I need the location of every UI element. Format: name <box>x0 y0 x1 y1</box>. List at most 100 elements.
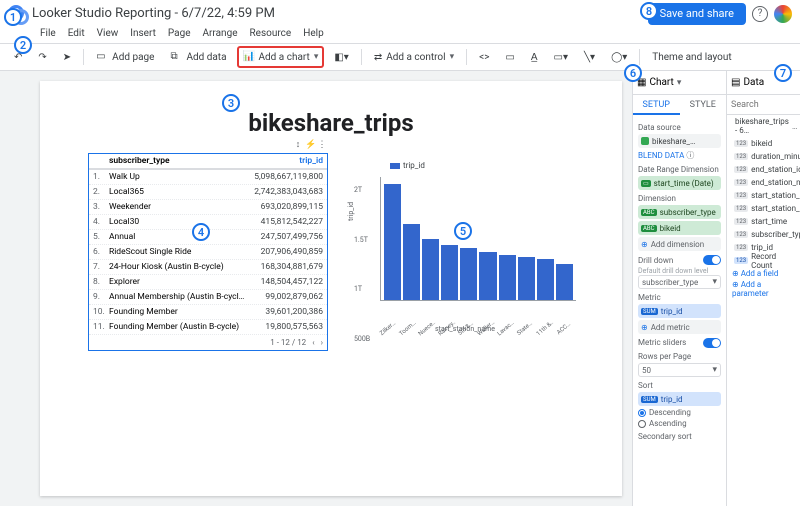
field-item[interactable]: 123start_time <box>732 215 795 228</box>
add-data-button[interactable]: ⧉Add data <box>164 47 232 67</box>
callout-3: 3 <box>222 94 240 112</box>
bar[interactable] <box>479 252 496 300</box>
line-button[interactable]: ╲▾ <box>578 47 601 67</box>
table-row[interactable]: 2.Local3652,742,383,043,683 <box>89 185 327 200</box>
add-parameter-link[interactable]: ⊕ Add a parameter <box>732 280 795 298</box>
theme-layout-button[interactable]: Theme and layout <box>646 47 737 67</box>
chart-toolbar: ↕ ⚡ ⋮ <box>293 140 327 150</box>
menu-insert[interactable]: Insert <box>130 28 156 39</box>
workspace: bikeshare_trips ↕ ⚡ ⋮ subscriber_type tr… <box>0 71 800 506</box>
data-icon: ▤ <box>731 77 740 88</box>
table-row[interactable]: 9.Annual Membership (Austin B-cycl…99,00… <box>89 290 327 305</box>
field-item[interactable]: 123end_station_id <box>732 163 795 176</box>
date-range-dim-chip[interactable]: ▭start_time (Date) <box>638 176 721 190</box>
field-item[interactable]: 123Record Count <box>732 254 795 267</box>
metric-sliders-toggle[interactable] <box>703 338 721 348</box>
bar[interactable] <box>460 248 477 300</box>
bar-chart[interactable]: trip_id trip_id Zilker…Toom…Nuece…Rainey… <box>350 161 580 331</box>
bar[interactable] <box>441 245 458 300</box>
sort-icon[interactable]: ↕ <box>293 140 303 150</box>
tab-style[interactable]: STYLE <box>680 95 727 115</box>
embed-button[interactable]: <> <box>473 47 495 67</box>
add-field-link[interactable]: ⊕ Add a field <box>732 269 795 278</box>
add-metric-button[interactable]: ⊕Add metric <box>638 320 721 334</box>
image-button[interactable]: ▭ <box>499 47 520 67</box>
field-item[interactable]: 123bikeid <box>732 137 795 150</box>
dimension-chip-1[interactable]: ABCsubscriber_type <box>638 205 721 219</box>
sort-ascending-radio[interactable]: Ascending <box>638 419 721 428</box>
table-row[interactable]: 8.Explorer148,504,457,122 <box>89 275 327 290</box>
next-page-icon[interactable]: › <box>321 338 323 347</box>
table-row[interactable]: 6.RideScout Single Ride207,906,490,859 <box>89 245 327 260</box>
field-item[interactable]: 123end_station_name <box>732 176 795 189</box>
callout-8: 8 <box>640 2 658 20</box>
field-search-input[interactable] <box>727 95 800 115</box>
x-axis-label: start_station_name <box>350 325 580 333</box>
menu-page[interactable]: Page <box>168 28 191 39</box>
chart-legend: trip_id <box>390 161 580 170</box>
col-trip-id[interactable]: trip_id <box>245 156 327 166</box>
blend-data-link[interactable]: BLEND DATA ⓘ <box>638 150 721 161</box>
add-chart-button[interactable]: 📊Add a chart▾ <box>237 46 325 68</box>
col-subscriber-type[interactable]: subscriber_type <box>107 156 245 166</box>
menu-resource[interactable]: Resource <box>250 28 292 39</box>
pointer-button[interactable]: ➤ <box>57 47 77 67</box>
save-and-share-button[interactable]: Save and share <box>648 3 746 25</box>
bar[interactable] <box>499 255 516 301</box>
bar[interactable] <box>518 257 535 300</box>
bar[interactable] <box>403 224 420 300</box>
menu-view[interactable]: View <box>97 28 119 39</box>
menu-arrange[interactable]: Arrange <box>203 28 238 39</box>
bar[interactable] <box>537 259 554 300</box>
bar[interactable] <box>422 239 439 301</box>
menu-help[interactable]: Help <box>303 28 323 39</box>
account-avatar[interactable] <box>774 5 792 23</box>
more-icon[interactable]: ⋮ <box>317 140 327 150</box>
chart-type-selector[interactable]: ▦ Chart ▾ <box>633 71 726 95</box>
field-item[interactable]: 123subscriber_type <box>732 228 795 241</box>
right-panels: ▦ Chart ▾ SETUP STYLE Data source bikesh… <box>632 71 800 506</box>
dimension-chip-2[interactable]: ABCbikeid <box>638 221 721 235</box>
help-icon[interactable]: ? <box>752 6 768 22</box>
callout-7: 7 <box>774 64 792 82</box>
sort-chip[interactable]: SUMtrip_id <box>638 392 721 406</box>
add-page-button[interactable]: ▭Add page <box>90 47 160 67</box>
shape-button[interactable]: ▭▾ <box>548 47 574 67</box>
table-chart[interactable]: ↕ ⚡ ⋮ subscriber_type trip_id 1.Walk Up5… <box>88 153 328 351</box>
data-source-item[interactable]: bikeshare_trips - 6…… <box>732 119 795 133</box>
filter-icon[interactable]: ⚡ <box>305 140 315 150</box>
text-button[interactable]: A̲ <box>525 47 544 67</box>
metric-chip-1[interactable]: SUMtrip_id <box>638 304 721 318</box>
drill-down-toggle[interactable] <box>703 255 721 265</box>
bar[interactable] <box>384 184 401 300</box>
sort-descending-radio[interactable]: Descending <box>638 408 721 417</box>
callout-5: 5 <box>454 222 472 240</box>
callout-1: 1 <box>4 8 22 26</box>
doc-title: Looker Studio Reporting - 6/7/22, 4:59 P… <box>32 6 275 21</box>
field-item[interactable]: 123start_station_id <box>732 189 795 202</box>
community-viz-button[interactable]: ◧▾ <box>328 47 354 67</box>
callout-2: 2 <box>14 36 32 54</box>
table-row[interactable]: 3.Weekender693,020,899,115 <box>89 200 327 215</box>
rows-per-page-select[interactable]: 50▾ <box>638 363 721 377</box>
table-header-row: subscriber_type trip_id <box>89 154 327 170</box>
chart-axes <box>380 177 576 301</box>
menu-edit[interactable]: Edit <box>68 28 85 39</box>
bar[interactable] <box>556 264 573 300</box>
drill-level-select[interactable]: subscriber_type▾ <box>638 275 721 289</box>
tab-setup[interactable]: SETUP <box>633 95 680 115</box>
table-row[interactable]: 10.Founding Member39,601,200,386 <box>89 305 327 320</box>
prev-page-icon[interactable]: ‹ <box>312 338 314 347</box>
field-item[interactable]: 123duration_minutes <box>732 150 795 163</box>
table-row[interactable]: 1.Walk Up5,098,667,119,800 <box>89 170 327 185</box>
add-dimension-button[interactable]: ⊕Add dimension <box>638 237 721 251</box>
report-canvas[interactable]: bikeshare_trips ↕ ⚡ ⋮ subscriber_type tr… <box>40 81 622 496</box>
field-item[interactable]: 123start_station_name <box>732 202 795 215</box>
data-source-chip[interactable]: bikeshare_… <box>638 134 721 148</box>
table-row[interactable]: 11.Founding Member (Austin B-cycle)19,80… <box>89 320 327 335</box>
canvas-area: bikeshare_trips ↕ ⚡ ⋮ subscriber_type tr… <box>0 71 632 506</box>
add-control-button[interactable]: ⇄ Add a control▾ <box>368 47 460 67</box>
menu-file[interactable]: File <box>40 28 56 39</box>
table-row[interactable]: 7.24-Hour Kiosk (Austin B-cycle)168,304,… <box>89 260 327 275</box>
redo-button[interactable]: ↷ <box>32 47 52 67</box>
